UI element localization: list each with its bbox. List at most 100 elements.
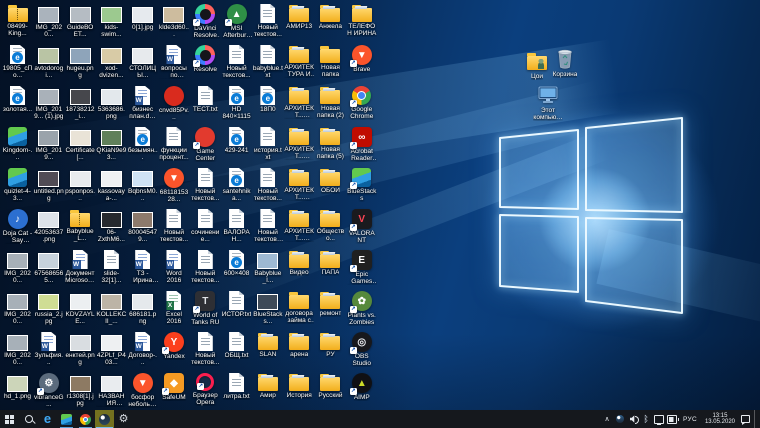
desktop-icon[interactable]: untitled.png xyxy=(33,166,64,207)
desktop-icon[interactable]: IMG_2020... xyxy=(2,289,33,330)
desktop-icon[interactable]: Видео xyxy=(284,248,315,289)
desktop-icon[interactable]: ремонт xyxy=(315,289,346,330)
desktop-icon[interactable]: функции процент... xyxy=(158,125,189,166)
desktop-icon[interactable]: ♪Doja Cat - Say So.mp3 xyxy=(2,207,33,248)
desktop-icon[interactable]: santehnika... xyxy=(221,166,252,207)
desktop-icon[interactable]: СТОЛИЦЫ... xyxy=(127,43,158,84)
desktop-icon[interactable]: KOLLEKCII_... xyxy=(96,289,127,330)
desktop-icon[interactable]: BqbnsM0... xyxy=(127,166,158,207)
desktop-icon[interactable]: АМИР13 xyxy=(284,2,315,43)
desktop-icon[interactable]: Новый текстов... xyxy=(190,330,221,371)
tray-battery-icon[interactable] xyxy=(667,413,680,425)
desktop-icon[interactable]: АРХИТЕКТ... СКУЛЬПТУ... xyxy=(284,207,315,248)
desktop-icon[interactable]: 4ZPLf_P403... xyxy=(96,330,127,371)
tray-chevron-up-icon[interactable]: ∧ xyxy=(603,412,611,426)
desktop-icon[interactable]: Анжела xyxy=(315,2,346,43)
desktop-icon[interactable]: ИСТОР.txt xyxy=(221,289,252,330)
desktop-icon[interactable]: Новый текстов... xyxy=(252,2,283,43)
desktop-icon[interactable]: Новый текстов... xyxy=(190,248,221,289)
desktop-icon[interactable]: kassovaya-... xyxy=(96,166,127,207)
taskbar[interactable]: e⚙ ∧ РУС 13:15 13.05.2020 xyxy=(0,410,760,428)
desktop-icon[interactable]: енктей.png xyxy=(65,330,96,371)
desktop-icon-recycle-bin[interactable]: Корзина xyxy=(545,48,585,78)
desktop-icon[interactable]: ∞↗Acrobat Reader DC xyxy=(346,125,377,166)
desktop-icon[interactable]: АРХИТЕКТ... НОВГОРОД xyxy=(284,166,315,207)
tray-language-indicator[interactable]: РУС xyxy=(681,412,699,426)
tray-display-icon[interactable] xyxy=(654,413,664,425)
desktop-icon[interactable]: золотая... xyxy=(2,84,33,125)
desktop-icon[interactable]: РУ xyxy=(315,330,346,371)
taskbar-bluestacks-button[interactable] xyxy=(57,410,76,428)
desktop-icon[interactable]: IMG_2020... xyxy=(2,330,33,371)
desktop-icon[interactable]: АРХИТЕКТ... ВЛАДИМИР xyxy=(284,125,315,166)
desktop-icon[interactable]: quizlet-4-3... xyxy=(2,166,33,207)
desktop-icon[interactable]: арена xyxy=(284,330,315,371)
desktop-icon[interactable]: АРХИТЕКТ... РОССИИ И... xyxy=(284,84,315,125)
desktop-icon[interactable]: ↗ Google Chrome xyxy=(346,84,377,125)
desktop-icon[interactable]: ↗Word 2016 xyxy=(158,248,189,289)
desktop-icon[interactable]: история.txt xyxy=(252,125,283,166)
desktop-icon[interactable]: KDVZAYLE... xyxy=(65,289,96,330)
desktop-icon[interactable]: IMG_2020... xyxy=(33,2,64,43)
desktop-icon[interactable]: договора займа с о... xyxy=(284,289,315,330)
desktop-icon[interactable]: ▼босфор небольш... xyxy=(127,371,158,412)
desktop-icon[interactable]: r1308[1].jpg xyxy=(65,371,96,412)
desktop-icon[interactable]: бизнес план.docx xyxy=(127,84,158,125)
desktop-icon[interactable]: ↗ Resolve xyxy=(190,43,221,84)
tray-volume-icon[interactable] xyxy=(628,413,640,425)
desktop-icon[interactable]: hd_1.png xyxy=(2,371,33,412)
desktop-icon[interactable]: 675686565... xyxy=(33,248,64,289)
desktop-icon[interactable]: Y ↗ Yandex xyxy=(158,330,189,371)
desktop-icon[interactable]: Новая папка (5) xyxy=(315,125,346,166)
desktop-icon[interactable]: Документ Microsoft... xyxy=(65,248,96,289)
desktop-icon[interactable]: Договор-... xyxy=(127,330,158,371)
desktop-icon[interactable]: безымян... xyxy=(127,125,158,166)
desktop-icon[interactable]: 600×408 xyxy=(221,248,252,289)
desktop-icon[interactable]: 0[1].jpg xyxy=(127,2,158,43)
desktop-icon[interactable]: Новый текстов... xyxy=(221,43,252,84)
desktop-icon[interactable]: ВАЛОРАН... xyxy=(221,207,252,248)
desktop-icon[interactable]: cnvd85Pv... xyxy=(158,84,189,125)
desktop-icon[interactable]: Зульфия... xyxy=(33,330,64,371)
desktop-icon[interactable]: Новый текстов... xyxy=(190,166,221,207)
desktop-icon[interactable]: 06-ZxthM6... xyxy=(96,207,127,248)
desktop-icon[interactable]: Babyblue_I... xyxy=(252,248,283,289)
taskbar-edge-button[interactable]: e xyxy=(38,410,57,428)
taskbar-settings-button[interactable]: ⚙ xyxy=(114,410,133,428)
desktop-icon[interactable]: GuideВОЕТ... xyxy=(65,2,96,43)
desktop-icon[interactable]: BlueStacks... xyxy=(252,289,283,330)
desktop-icon[interactable]: babyblue.txt xyxy=(252,43,283,84)
desktop-icon[interactable]: HD 840×1115 xyxy=(221,84,252,125)
desktop-icon[interactable]: 19805_сПо... xyxy=(2,43,33,84)
desktop-icon[interactable]: ↗ BlueStacks xyxy=(346,166,377,207)
desktop-icon[interactable]: ТЕСТ.txt xyxy=(190,84,221,125)
desktop-icon[interactable]: 18П0 xyxy=(252,84,283,125)
desktop-icon[interactable]: 42053637.png xyxy=(33,207,64,248)
desktop-icon[interactable]: ОБОИ xyxy=(315,166,346,207)
desktop-icon[interactable]: ↗DaVinci Resolve Pro... xyxy=(190,2,221,43)
desktop-icon-this-pc[interactable]: Этот компьютер xyxy=(528,84,568,121)
taskbar-search-button[interactable] xyxy=(19,410,38,428)
windows-desktop[interactable]: 08499-King... IMG_2020... GuideВОЕТ... kids… xyxy=(0,0,760,428)
desktop-icon[interactable]: IMG_2020... xyxy=(2,248,33,289)
desktop-icon[interactable]: Kingdom-... xyxy=(2,125,33,166)
taskbar-steam-button[interactable] xyxy=(95,410,114,428)
desktop-icon[interactable]: T ↗ World of Tanks RU xyxy=(190,289,221,330)
tray-bluetooth-icon[interactable] xyxy=(641,413,651,425)
desktop-icon[interactable]: 686181.png xyxy=(127,289,158,330)
desktop-icon[interactable]: avtodorogi... xyxy=(33,43,64,84)
desktop-icon[interactable]: Babyblue_L... xyxy=(65,207,96,248)
desktop-icon[interactable]: psponpos... xyxy=(65,166,96,207)
desktop-icon[interactable]: 18738212_i... xyxy=(65,84,96,125)
desktop-icon[interactable]: АРХИТЕКТУРА И СКУЛЬП... xyxy=(284,43,315,84)
desktop-icon[interactable]: 5363686.png xyxy=(96,84,127,125)
desktop-icon[interactable]: ↗Excel 2016 xyxy=(158,289,189,330)
desktop-icon[interactable]: Новый текстов... xyxy=(252,166,283,207)
desktop-icon[interactable]: ▲ ↗ AIMP xyxy=(346,371,377,412)
taskbar-chrome-button[interactable] xyxy=(76,410,95,428)
desktop-icon[interactable]: История xyxy=(284,371,315,412)
desktop-icon[interactable]: Новый текстовый... xyxy=(252,207,283,248)
show-desktop-button[interactable] xyxy=(754,410,758,428)
desktop-icon[interactable]: ◆ ↗ SafeUM xyxy=(158,371,189,412)
desktop-icon[interactable]: НАЗВАНИЯ РОССИИ.jpg xyxy=(96,371,127,412)
